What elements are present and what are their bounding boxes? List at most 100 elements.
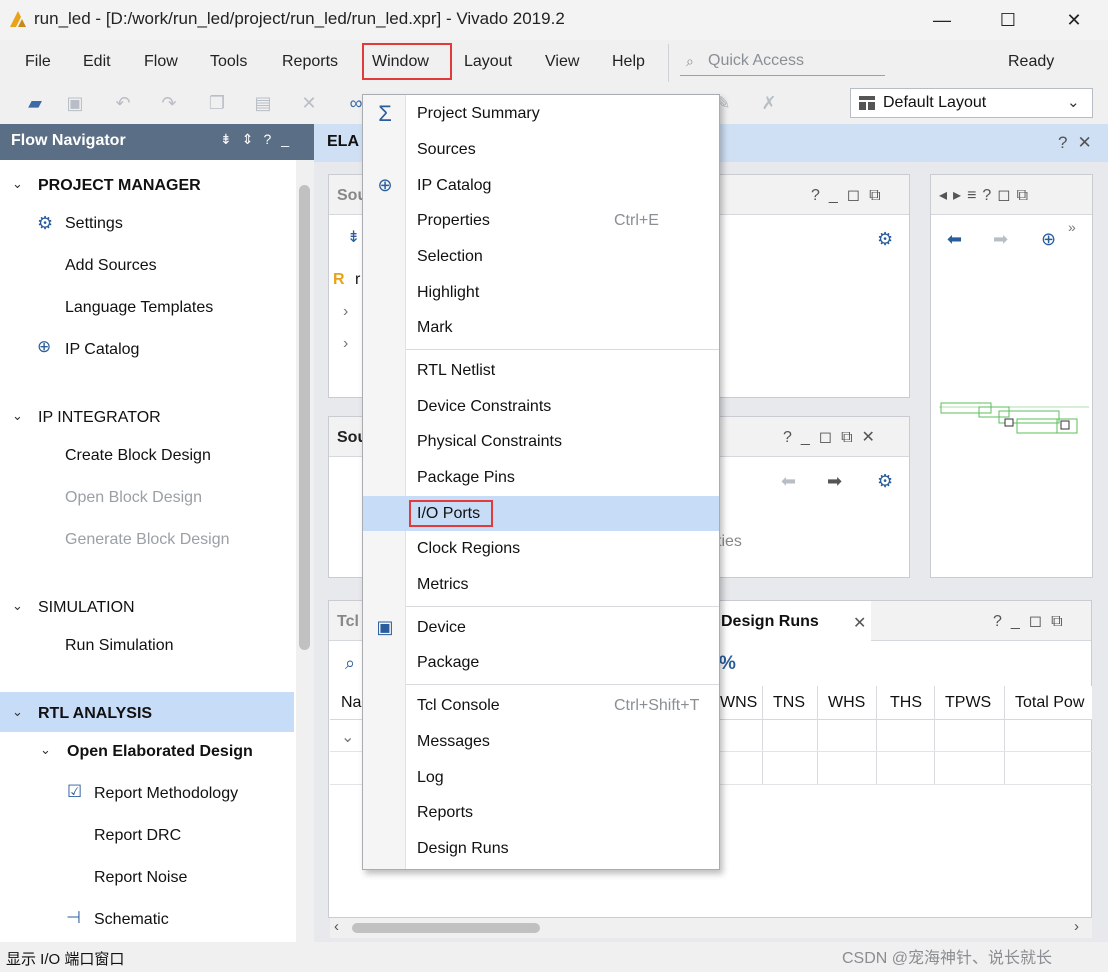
back-arrow-icon[interactable]: ⬅ <box>781 471 796 492</box>
chevron-right-icon[interactable]: › <box>343 335 348 353</box>
forward-arrow-icon[interactable]: ➡ <box>993 229 1008 250</box>
col-tpws[interactable]: TPWS <box>945 694 991 712</box>
section-project-manager[interactable]: PROJECT MANAGER <box>38 177 201 195</box>
gear-icon[interactable]: ⚙ <box>877 471 893 492</box>
col-name[interactable]: Na <box>341 694 361 712</box>
menu-item-clock-regions[interactable]: Clock Regions <box>417 540 520 558</box>
menu-item-sources[interactable]: Sources <box>417 141 476 159</box>
panel-window-icons[interactable]: ◂▸≡?◻⧉ <box>939 185 1034 205</box>
panel-window-icons[interactable]: ?_◻⧉ <box>993 611 1072 631</box>
nav-report-drc[interactable]: Report DRC <box>94 827 181 845</box>
col-wns[interactable]: WNS <box>720 694 757 712</box>
menu-item-highlight[interactable]: Highlight <box>417 284 479 302</box>
section-simulation[interactable]: SIMULATION <box>38 599 135 617</box>
menu-tools[interactable]: Tools <box>210 53 247 71</box>
paste-icon[interactable]: ▤ <box>252 92 274 114</box>
panel-window-icons[interactable]: ?_◻⧉✕ <box>783 427 884 447</box>
delete-icon[interactable]: ✕ <box>298 92 320 114</box>
menu-item-metrics[interactable]: Metrics <box>417 576 469 594</box>
minimize-button[interactable]: — <box>918 0 966 40</box>
menu-item-messages[interactable]: Messages <box>417 733 490 751</box>
menu-item-mark[interactable]: Mark <box>417 319 453 337</box>
section-rtl-analysis[interactable]: RTL ANALYSIS <box>38 705 152 723</box>
nav-settings[interactable]: Settings <box>65 215 123 233</box>
maximize-button[interactable]: ☐ <box>984 0 1032 40</box>
nav-ip-catalog[interactable]: IP Catalog <box>65 341 139 359</box>
menu-item-device-constraints[interactable]: Device Constraints <box>417 398 551 416</box>
flow-navigator-header-icons[interactable]: ⇟⇕?_ <box>220 131 299 148</box>
collapse-caret-icon[interactable]: ⌄ <box>40 742 51 758</box>
menu-reports[interactable]: Reports <box>282 53 338 71</box>
flow-navigator-scroll-thumb[interactable] <box>299 185 310 650</box>
menu-item-log[interactable]: Log <box>417 769 444 787</box>
forward-arrow-icon[interactable]: ➡ <box>827 471 842 492</box>
redo-icon[interactable]: ↷ <box>158 92 180 114</box>
menu-item-rtl-netlist[interactable]: RTL Netlist <box>417 362 495 380</box>
quick-access-input[interactable]: ⌕ Quick Access <box>680 52 885 76</box>
collapse-caret-icon[interactable]: ⌄ <box>12 704 23 720</box>
collapse-caret-icon[interactable]: ⌄ <box>12 176 23 192</box>
menu-item-ip-catalog[interactable]: IP Catalog <box>417 177 491 195</box>
menu-item-package[interactable]: Package <box>417 654 479 672</box>
menu-layout[interactable]: Layout <box>464 53 512 71</box>
col-tns[interactable]: TNS <box>773 694 805 712</box>
menu-item-package-pins[interactable]: Package Pins <box>417 469 515 487</box>
tab-design-runs[interactable]: Design Runs ✕ <box>719 601 871 641</box>
menu-item-tcl-console[interactable]: Tcl Console <box>417 697 500 715</box>
nav-open-block-design[interactable]: Open Block Design <box>65 489 202 507</box>
menu-file[interactable]: File <box>25 53 51 71</box>
scroll-left-icon[interactable]: ‹ <box>334 918 339 935</box>
menu-flow[interactable]: Flow <box>144 53 178 71</box>
menu-item-design-runs[interactable]: Design Runs <box>417 840 509 858</box>
nav-report-noise[interactable]: Report Noise <box>94 869 187 887</box>
horizontal-scroll-thumb[interactable] <box>352 923 540 933</box>
menu-item-physical-constraints[interactable]: Physical Constraints <box>417 433 562 451</box>
menu-item-reports[interactable]: Reports <box>417 804 473 822</box>
close-button[interactable]: ✕ <box>1050 0 1098 40</box>
scroll-right-icon[interactable]: › <box>1074 918 1079 935</box>
menu-view[interactable]: View <box>545 53 579 71</box>
menu-item-selection[interactable]: Selection <box>417 248 483 266</box>
chevron-right-icon[interactable]: › <box>343 303 348 321</box>
nav-language-templates[interactable]: Language Templates <box>65 299 213 317</box>
col-whs[interactable]: WHS <box>828 694 865 712</box>
panel-window-icons[interactable]: ?_◻⧉ <box>811 185 890 205</box>
clipboard-check-icon: ☑ <box>67 782 83 801</box>
nav-generate-block-design[interactable]: Generate Block Design <box>65 531 230 549</box>
save-icon[interactable]: ▣ <box>64 92 86 114</box>
col-ths[interactable]: THS <box>890 694 922 712</box>
collapse-caret-icon[interactable]: ⌄ <box>12 598 23 614</box>
menu-item-properties[interactable]: Properties <box>417 212 490 230</box>
tab-tcl[interactable]: Tcl <box>337 613 359 631</box>
menu-item-device[interactable]: Device <box>417 619 466 637</box>
nav-schematic[interactable]: Schematic <box>94 911 169 929</box>
menu-edit[interactable]: Edit <box>83 53 111 71</box>
copy-icon[interactable]: ❐ <box>206 92 228 114</box>
nav-run-simulation[interactable]: Run Simulation <box>65 637 174 655</box>
nav-report-methodology[interactable]: Report Methodology <box>94 785 238 803</box>
tree-root-text[interactable]: r <box>355 271 360 289</box>
undo-icon[interactable]: ↶ <box>112 92 134 114</box>
nav-open-elaborated-design[interactable]: Open Elaborated Design <box>67 743 253 761</box>
nav-add-sources[interactable]: Add Sources <box>65 257 157 275</box>
search-icon[interactable]: ⌕ <box>345 653 355 674</box>
close-icon[interactable]: ✕ <box>853 613 866 633</box>
menu-help[interactable]: Help <box>612 53 645 71</box>
disable-icon[interactable]: ✗ <box>758 92 780 114</box>
collapse-caret-icon[interactable]: ⌄ <box>12 408 23 424</box>
col-total-power[interactable]: Total Pow <box>1015 694 1084 712</box>
zoom-in-icon[interactable]: ⊕ <box>1041 229 1056 250</box>
collapse-all-icon[interactable]: ⇟ <box>347 227 360 247</box>
header-help-close-icons[interactable]: ?✕ <box>1058 133 1102 153</box>
percent-icon[interactable]: % <box>719 653 736 675</box>
more-chevron-icon[interactable]: » <box>1068 219 1076 235</box>
gear-icon[interactable]: ⚙ <box>877 229 893 250</box>
menu-item-project-summary[interactable]: Project Summary <box>417 105 540 123</box>
col-divider <box>876 686 877 784</box>
open-folder-icon[interactable]: ▰ <box>24 92 46 114</box>
chevron-down-icon[interactable]: ⌄ <box>341 727 354 747</box>
section-ip-integrator[interactable]: IP INTEGRATOR <box>38 409 161 427</box>
layout-select[interactable]: Default Layout ⌄ <box>850 88 1093 118</box>
back-arrow-icon[interactable]: ⬅ <box>947 229 962 250</box>
nav-create-block-design[interactable]: Create Block Design <box>65 447 211 465</box>
